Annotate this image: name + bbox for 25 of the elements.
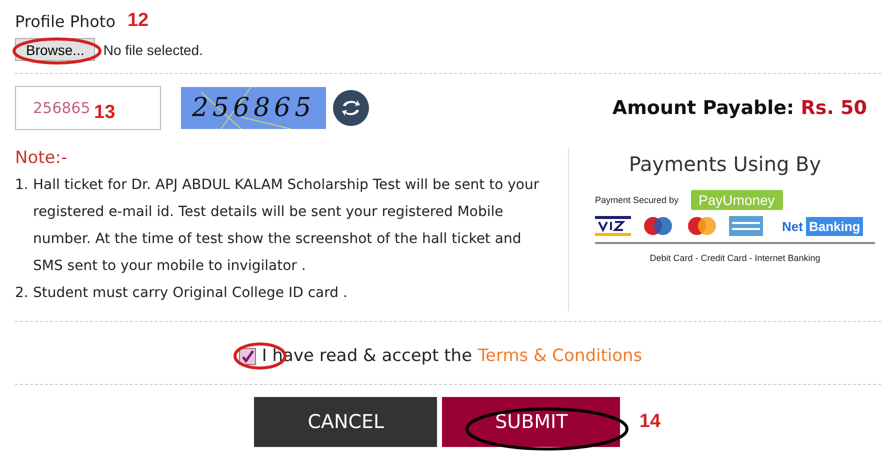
refresh-icon[interactable] [333, 90, 369, 126]
terms-checkbox[interactable] [238, 348, 256, 364]
field-label: Profile Photo [15, 12, 116, 30]
cancel-button[interactable]: CANCEL [254, 397, 438, 447]
file-status: No file selected. [103, 42, 203, 58]
note-text: Hall ticket for Dr. APJ ABDUL KALAM Scholarship Test will be sent to your registered e-mail id. Test details will be sent your registered Mobile number. At the time of test show the screenshot of the hall ticket and SMS sent to your mobile to invigilator . [33, 176, 540, 276]
annotation-number: 14 [639, 411, 661, 433]
card-logo-icon [595, 216, 631, 236]
annotation-number: 13 [94, 102, 116, 124]
list-number: 1. [15, 176, 30, 195]
annotation-number: 12 [127, 10, 149, 32]
note-text: Student must carry Original College ID card . [33, 284, 348, 303]
card-logo-icon [729, 216, 763, 236]
net-banking-text: Banking [806, 216, 864, 236]
list-number: 2. [15, 284, 30, 303]
note-title: Note:- [15, 148, 68, 168]
card-logo-icon [641, 216, 675, 236]
amount-label: Amount Payable: [612, 97, 794, 119]
payments-title: Payments Using By [628, 152, 822, 176]
card-logo-icon [685, 216, 719, 236]
payu-logo: PayUmoney [690, 190, 783, 210]
payment-caption: Debit Card - Credit Card - Internet Banking [650, 253, 820, 263]
submit-button[interactable]: SUBMIT [442, 397, 620, 447]
amount-value: Rs. 50 [800, 97, 867, 119]
secured-text: Payment Secured by [595, 195, 679, 205]
